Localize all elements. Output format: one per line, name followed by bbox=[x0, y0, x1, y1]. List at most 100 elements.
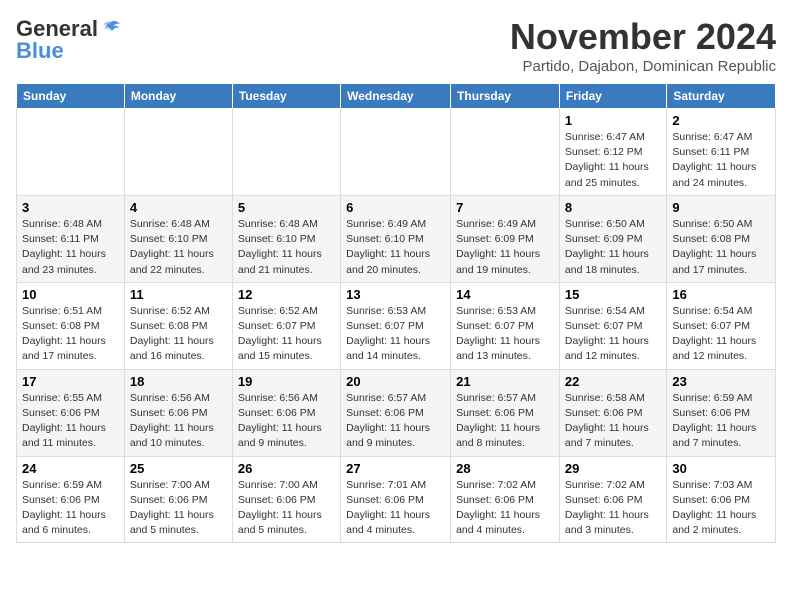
day-number: 12 bbox=[238, 287, 335, 302]
day-of-week-header: Tuesday bbox=[232, 84, 340, 109]
day-number: 3 bbox=[22, 200, 119, 215]
calendar-cell: 30Sunrise: 7:03 AM Sunset: 6:06 PM Dayli… bbox=[667, 456, 776, 543]
calendar-cell bbox=[232, 109, 340, 196]
day-number: 19 bbox=[238, 374, 335, 389]
day-info: Sunrise: 6:54 AM Sunset: 6:07 PM Dayligh… bbox=[672, 304, 770, 365]
day-info: Sunrise: 6:50 AM Sunset: 6:08 PM Dayligh… bbox=[672, 217, 770, 278]
day-info: Sunrise: 6:51 AM Sunset: 6:08 PM Dayligh… bbox=[22, 304, 119, 365]
calendar-cell: 6 Sunrise: 6:49 AM Sunset: 6:10 PM Daylig… bbox=[341, 195, 451, 282]
day-info: Sunrise: 6:48 AM Sunset: 6:10 PM Dayligh… bbox=[130, 217, 227, 278]
calendar-cell: 1 Sunrise: 6:47 AM Sunset: 6:12 PM Daylig… bbox=[559, 109, 666, 196]
calendar-cell: 3 Sunrise: 6:48 AM Sunset: 6:11 PM Daylig… bbox=[17, 195, 125, 282]
day-of-week-header: Wednesday bbox=[341, 84, 451, 109]
calendar-cell: 4 Sunrise: 6:48 AM Sunset: 6:10 PM Daylig… bbox=[124, 195, 232, 282]
day-number: 25 bbox=[130, 461, 227, 476]
day-number: 29 bbox=[565, 461, 661, 476]
day-info: Sunrise: 6:59 AM Sunset: 6:06 PM Dayligh… bbox=[672, 391, 770, 452]
day-info: Sunrise: 6:57 AM Sunset: 6:06 PM Dayligh… bbox=[456, 391, 554, 452]
day-number: 14 bbox=[456, 287, 554, 302]
day-number: 5 bbox=[238, 200, 335, 215]
day-info: Sunrise: 7:03 AM Sunset: 6:06 PM Dayligh… bbox=[672, 478, 770, 539]
day-info: Sunrise: 6:52 AM Sunset: 6:08 PM Dayligh… bbox=[130, 304, 227, 365]
calendar-cell: 26Sunrise: 7:00 AM Sunset: 6:06 PM Dayli… bbox=[232, 456, 340, 543]
day-info: Sunrise: 6:47 AM Sunset: 6:12 PM Dayligh… bbox=[565, 130, 661, 191]
day-number: 10 bbox=[22, 287, 119, 302]
calendar-cell: 23 Sunrise: 6:59 AM Sunset: 6:06 PM Dayli… bbox=[667, 369, 776, 456]
calendar-cell bbox=[17, 109, 125, 196]
calendar-cell: 18 Sunrise: 6:56 AM Sunset: 6:06 PM Dayli… bbox=[124, 369, 232, 456]
calendar-cell: 8 Sunrise: 6:50 AM Sunset: 6:09 PM Daylig… bbox=[559, 195, 666, 282]
title-block: November 2024 Partido, Dajabon, Dominica… bbox=[510, 16, 776, 75]
day-info: Sunrise: 7:01 AM Sunset: 6:06 PM Dayligh… bbox=[346, 478, 445, 539]
calendar-cell: 16 Sunrise: 6:54 AM Sunset: 6:07 PM Dayli… bbox=[667, 282, 776, 369]
calendar-table: SundayMondayTuesdayWednesdayThursdayFrid… bbox=[16, 83, 776, 543]
logo-blue-text: Blue bbox=[16, 38, 64, 64]
day-info: Sunrise: 6:52 AM Sunset: 6:07 PM Dayligh… bbox=[238, 304, 335, 365]
day-number: 7 bbox=[456, 200, 554, 215]
day-number: 20 bbox=[346, 374, 445, 389]
location-subtitle: Partido, Dajabon, Dominican Republic bbox=[510, 58, 776, 75]
day-number: 18 bbox=[130, 374, 227, 389]
calendar-cell: 28 Sunrise: 7:02 AM Sunset: 6:06 PM Dayli… bbox=[451, 456, 560, 543]
calendar-cell: 15Sunrise: 6:54 AM Sunset: 6:07 PM Dayli… bbox=[559, 282, 666, 369]
calendar-cell: 2Sunrise: 6:47 AM Sunset: 6:11 PM Daylig… bbox=[667, 109, 776, 196]
day-info: Sunrise: 6:49 AM Sunset: 6:10 PM Dayligh… bbox=[346, 217, 445, 278]
calendar-cell: 10 Sunrise: 6:51 AM Sunset: 6:08 PM Dayli… bbox=[17, 282, 125, 369]
logo: General Blue bbox=[16, 16, 122, 64]
day-of-week-header: Sunday bbox=[17, 84, 125, 109]
calendar-cell: 19 Sunrise: 6:56 AM Sunset: 6:06 PM Dayli… bbox=[232, 369, 340, 456]
calendar-cell: 5 Sunrise: 6:48 AM Sunset: 6:10 PM Daylig… bbox=[232, 195, 340, 282]
calendar-cell bbox=[451, 109, 560, 196]
calendar-cell: 25 Sunrise: 7:00 AM Sunset: 6:06 PM Dayli… bbox=[124, 456, 232, 543]
day-number: 6 bbox=[346, 200, 445, 215]
day-number: 17 bbox=[22, 374, 119, 389]
day-number: 23 bbox=[672, 374, 770, 389]
day-number: 24 bbox=[22, 461, 119, 476]
month-title: November 2024 bbox=[510, 16, 776, 58]
page-header: General Blue November 2024 Partido, Daja… bbox=[16, 16, 776, 75]
day-number: 21 bbox=[456, 374, 554, 389]
day-of-week-header: Monday bbox=[124, 84, 232, 109]
day-number: 8 bbox=[565, 200, 661, 215]
calendar-cell: 24Sunrise: 6:59 AM Sunset: 6:06 PM Dayli… bbox=[17, 456, 125, 543]
day-number: 16 bbox=[672, 287, 770, 302]
day-number: 28 bbox=[456, 461, 554, 476]
calendar-cell bbox=[124, 109, 232, 196]
calendar-cell: 22 Sunrise: 6:58 AM Sunset: 6:06 PM Dayli… bbox=[559, 369, 666, 456]
day-info: Sunrise: 7:02 AM Sunset: 6:06 PM Dayligh… bbox=[456, 478, 554, 539]
calendar-cell: 9 Sunrise: 6:50 AM Sunset: 6:08 PM Daylig… bbox=[667, 195, 776, 282]
day-number: 4 bbox=[130, 200, 227, 215]
day-of-week-header: Friday bbox=[559, 84, 666, 109]
calendar-cell: 21 Sunrise: 6:57 AM Sunset: 6:06 PM Dayli… bbox=[451, 369, 560, 456]
day-number: 22 bbox=[565, 374, 661, 389]
day-info: Sunrise: 6:49 AM Sunset: 6:09 PM Dayligh… bbox=[456, 217, 554, 278]
day-info: Sunrise: 6:56 AM Sunset: 6:06 PM Dayligh… bbox=[130, 391, 227, 452]
day-of-week-header: Saturday bbox=[667, 84, 776, 109]
day-number: 27 bbox=[346, 461, 445, 476]
day-number: 13 bbox=[346, 287, 445, 302]
day-info: Sunrise: 6:48 AM Sunset: 6:11 PM Dayligh… bbox=[22, 217, 119, 278]
day-number: 9 bbox=[672, 200, 770, 215]
calendar-cell: 12 Sunrise: 6:52 AM Sunset: 6:07 PM Dayli… bbox=[232, 282, 340, 369]
calendar-cell bbox=[341, 109, 451, 196]
day-number: 1 bbox=[565, 113, 661, 128]
calendar-cell: 11 Sunrise: 6:52 AM Sunset: 6:08 PM Dayli… bbox=[124, 282, 232, 369]
day-info: Sunrise: 6:58 AM Sunset: 6:06 PM Dayligh… bbox=[565, 391, 661, 452]
day-number: 11 bbox=[130, 287, 227, 302]
day-info: Sunrise: 6:56 AM Sunset: 6:06 PM Dayligh… bbox=[238, 391, 335, 452]
day-info: Sunrise: 6:48 AM Sunset: 6:10 PM Dayligh… bbox=[238, 217, 335, 278]
calendar-cell: 29 Sunrise: 7:02 AM Sunset: 6:06 PM Dayli… bbox=[559, 456, 666, 543]
day-info: Sunrise: 6:55 AM Sunset: 6:06 PM Dayligh… bbox=[22, 391, 119, 452]
day-number: 2 bbox=[672, 113, 770, 128]
calendar-cell: 20 Sunrise: 6:57 AM Sunset: 6:06 PM Dayli… bbox=[341, 369, 451, 456]
day-info: Sunrise: 7:02 AM Sunset: 6:06 PM Dayligh… bbox=[565, 478, 661, 539]
day-info: Sunrise: 6:53 AM Sunset: 6:07 PM Dayligh… bbox=[456, 304, 554, 365]
calendar-cell: 27 Sunrise: 7:01 AM Sunset: 6:06 PM Dayli… bbox=[341, 456, 451, 543]
calendar-cell: 14 Sunrise: 6:53 AM Sunset: 6:07 PM Dayli… bbox=[451, 282, 560, 369]
day-info: Sunrise: 7:00 AM Sunset: 6:06 PM Dayligh… bbox=[130, 478, 227, 539]
day-info: Sunrise: 6:50 AM Sunset: 6:09 PM Dayligh… bbox=[565, 217, 661, 278]
day-number: 26 bbox=[238, 461, 335, 476]
day-info: Sunrise: 6:57 AM Sunset: 6:06 PM Dayligh… bbox=[346, 391, 445, 452]
logo-bird-icon bbox=[100, 18, 122, 40]
calendar-cell: 17 Sunrise: 6:55 AM Sunset: 6:06 PM Dayli… bbox=[17, 369, 125, 456]
